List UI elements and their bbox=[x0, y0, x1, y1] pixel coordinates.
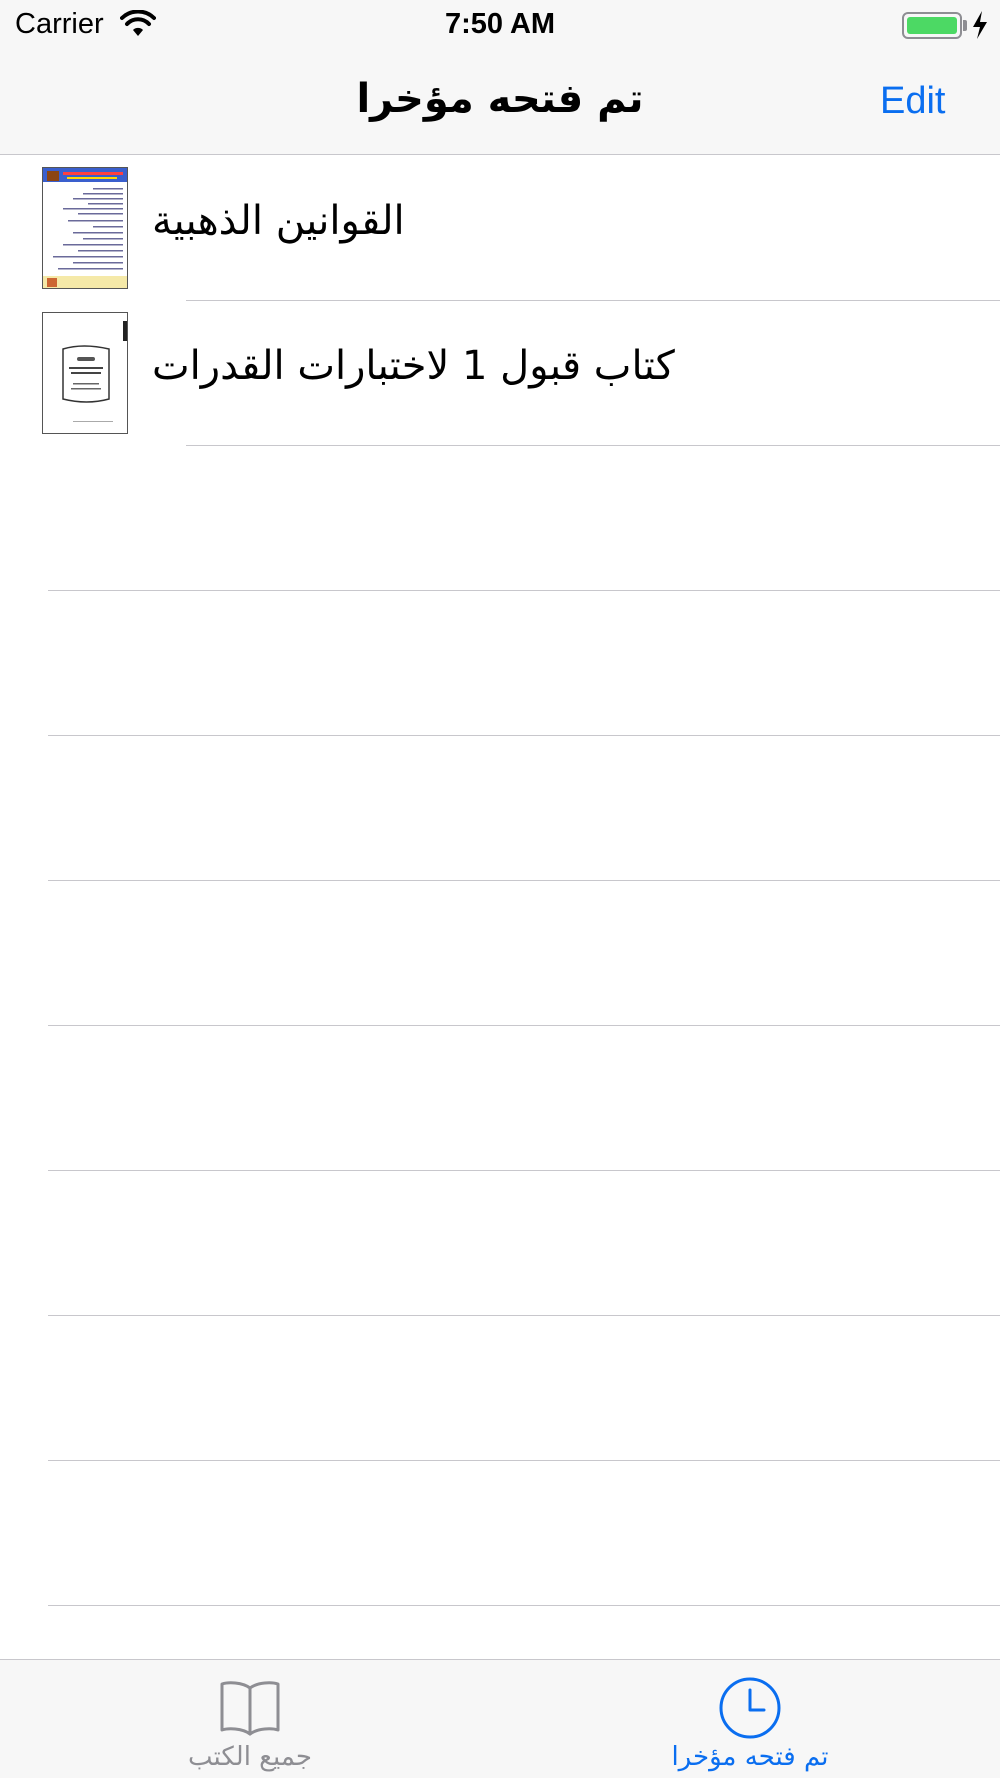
navigation-bar: تم فتحه مؤخرا Edit bbox=[0, 50, 1000, 155]
tab-recently-opened[interactable]: تم فتحه مؤخرا bbox=[500, 1660, 1000, 1778]
tab-all-books[interactable]: جميع الكتب bbox=[0, 1660, 500, 1778]
empty-row bbox=[0, 446, 1000, 591]
book-icon bbox=[220, 1681, 280, 1736]
status-time: 7:50 AM bbox=[444, 8, 556, 40]
empty-row bbox=[0, 736, 1000, 881]
empty-row bbox=[0, 881, 1000, 1026]
row-divider bbox=[48, 1605, 1000, 1606]
battery-cap bbox=[963, 20, 967, 31]
list-item[interactable]: كتاب قبول 1 لاختبارات القدرات bbox=[0, 301, 1000, 446]
list-item[interactable]: القوانين الذهبية bbox=[0, 156, 1000, 301]
empty-row bbox=[0, 1026, 1000, 1171]
empty-row bbox=[0, 1461, 1000, 1606]
battery-icon bbox=[902, 12, 962, 39]
recent-books-list: القوانين الذهبية كتاب قبول 1 لاختبارات ا… bbox=[0, 156, 1000, 1606]
empty-row bbox=[0, 591, 1000, 736]
book-cover-thumbnail bbox=[42, 312, 128, 434]
edit-button[interactable]: Edit bbox=[880, 80, 945, 123]
tab-label: جميع الكتب bbox=[188, 1742, 312, 1772]
tab-bar: جميع الكتب تم فتحه مؤخرا bbox=[0, 1659, 1000, 1778]
status-bar: Carrier 7:50 AM bbox=[0, 0, 1000, 50]
empty-row bbox=[0, 1316, 1000, 1461]
bolt-icon bbox=[973, 11, 987, 39]
empty-row bbox=[0, 1171, 1000, 1316]
tab-label: تم فتحه مؤخرا bbox=[671, 1742, 829, 1772]
book-title: كتاب قبول 1 لاختبارات القدرات bbox=[152, 343, 675, 389]
book-title: القوانين الذهبية bbox=[152, 198, 405, 244]
book-cover-thumbnail bbox=[42, 167, 128, 289]
clock-icon bbox=[719, 1677, 781, 1739]
page-title: تم فتحه مؤخرا bbox=[356, 76, 644, 122]
